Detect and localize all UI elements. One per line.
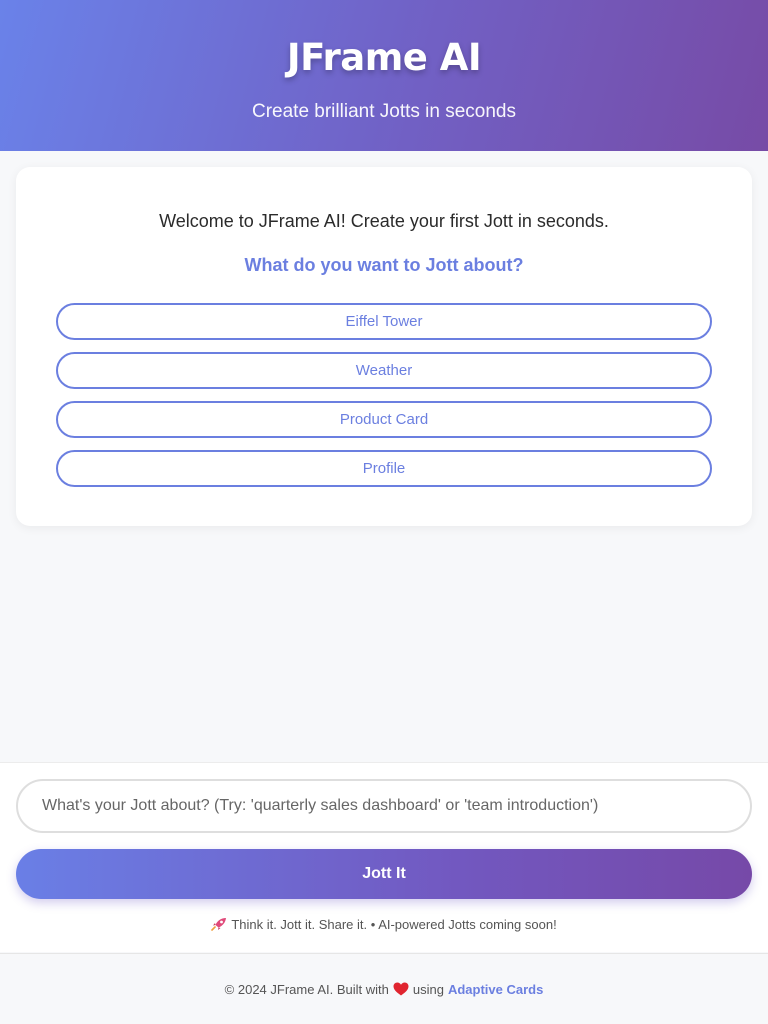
heart-icon: [393, 982, 409, 996]
jott-it-button[interactable]: Jott It: [16, 849, 752, 899]
app-page: JFrame AI Create brilliant Jotts in seco…: [0, 0, 768, 1024]
option-weather-button[interactable]: Weather: [56, 352, 712, 389]
adaptive-cards-link[interactable]: Adaptive Cards: [448, 982, 543, 997]
tagline-text: Think it. Jott it. Share it. • AI-powere…: [231, 917, 557, 932]
jott-topic-input[interactable]: [16, 779, 752, 833]
app-subtitle: Create brilliant Jotts in seconds: [251, 101, 516, 122]
app-header: JFrame AI Create brilliant Jotts in seco…: [0, 0, 768, 151]
footer-copyright: © 2024 JFrame AI. Built with: [224, 982, 389, 997]
welcome-message: Welcome to JFrame AI! Create your first …: [159, 211, 609, 231]
footer-using: using: [412, 982, 444, 997]
option-profile-button[interactable]: Profile: [56, 450, 712, 487]
composer: Jott It Think it. Jott it. Share it. • A…: [0, 762, 768, 952]
tagline: Think it. Jott it. Share it. • AI-powere…: [0, 917, 768, 932]
footer-line: © 2024 JFrame AI. Built with using Adapti…: [0, 982, 768, 997]
app-title: JFrame AI: [286, 36, 482, 79]
rocket-icon: [211, 918, 227, 931]
footer: © 2024 JFrame AI. Built with using Adapti…: [0, 953, 768, 1024]
option-product-card-button[interactable]: Product Card: [56, 401, 712, 438]
option-eiffel-tower-button[interactable]: Eiffel Tower: [56, 303, 712, 340]
welcome-card: Welcome to JFrame AI! Create your first …: [16, 167, 752, 526]
topic-prompt: What do you want to Jott about?: [244, 255, 524, 275]
